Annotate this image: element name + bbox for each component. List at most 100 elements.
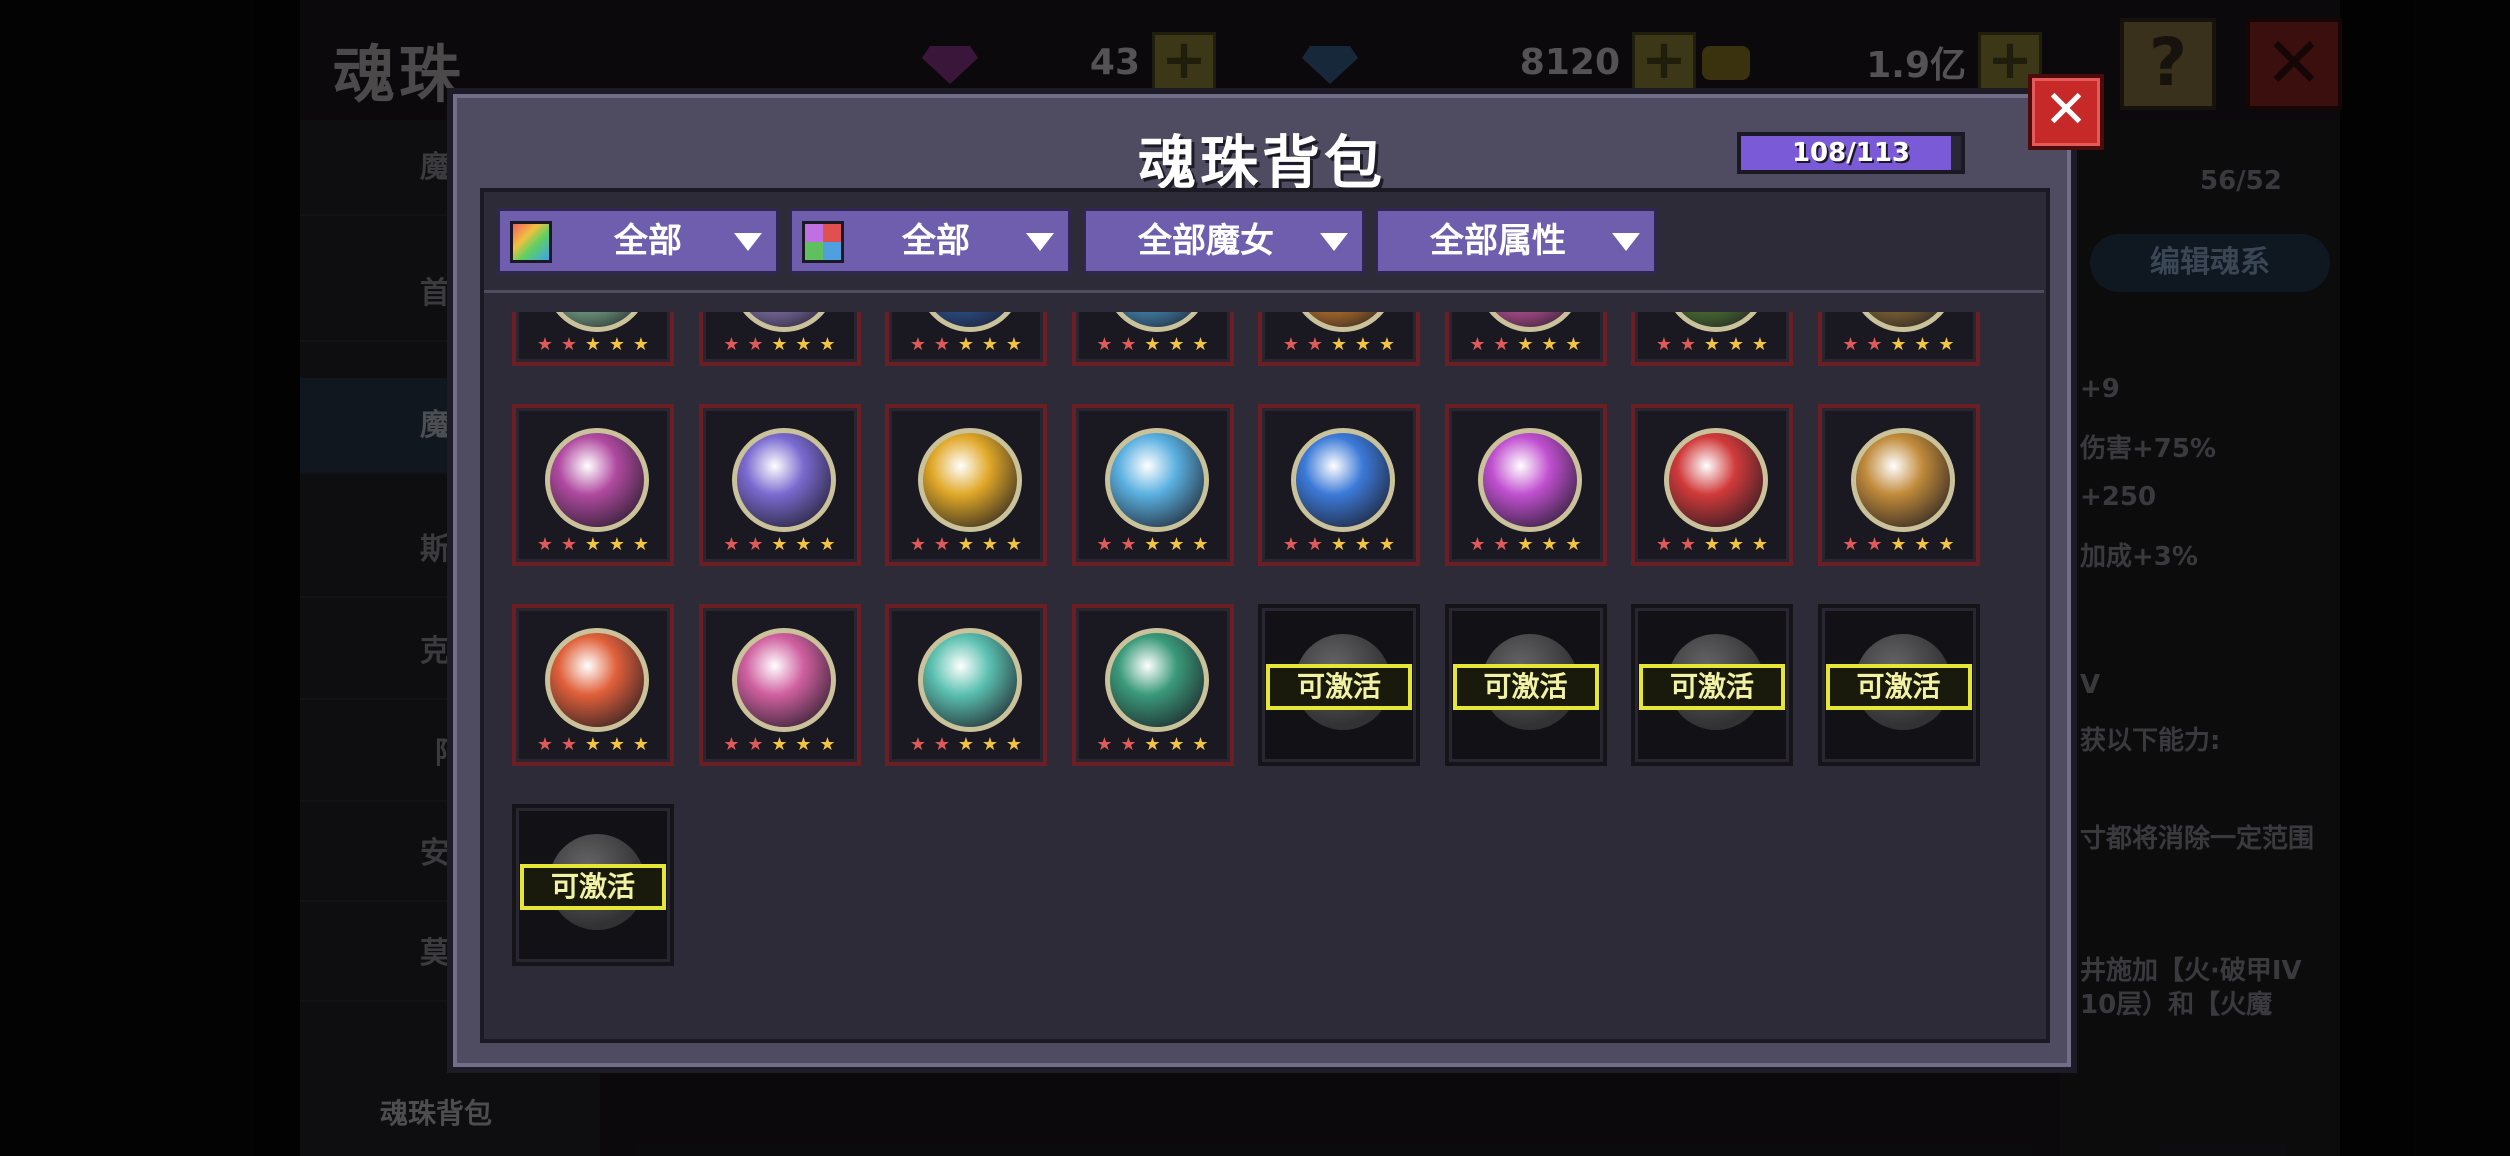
filter-type-dropdown[interactable]: 全部 (497, 208, 779, 274)
soul-orb-slot[interactable]: ★ ★ ★ ★ ★ (1444, 312, 1607, 366)
star-icon: ★ (1005, 534, 1023, 555)
star-rating: ★ ★ ★ ★ ★ (723, 736, 837, 754)
star-rating: ★ ★ ★ ★ ★ (1096, 536, 1210, 554)
star-icon: ★ (1866, 534, 1883, 555)
capacity-bar: 108/113 (1737, 132, 1965, 174)
star-icon: ★ (1005, 334, 1023, 355)
locked-orb-slot[interactable]: 可激活 (1444, 604, 1607, 766)
green-lotus-orb-icon (545, 312, 649, 332)
soul-orb-slot[interactable]: ★ ★ ★ ★ ★ (698, 604, 861, 766)
star-icon: ★ (723, 734, 740, 755)
star-icon: ★ (1565, 534, 1582, 555)
star-icon: ★ (1727, 334, 1745, 355)
pink-sphere-orb-icon (1477, 428, 1582, 532)
star-icon: ★ (584, 734, 602, 755)
star-icon: ★ (584, 534, 602, 555)
monkey-king-orb-icon (1850, 428, 1955, 532)
star-icon: ★ (1330, 334, 1348, 355)
star-icon: ★ (1306, 534, 1324, 555)
soul-orb-slot[interactable]: ★ ★ ★ ★ ★ (1631, 312, 1793, 366)
star-icon: ★ (1282, 534, 1300, 555)
soul-orb-slot[interactable]: ★ ★ ★ ★ ★ (1071, 604, 1234, 766)
star-icon: ★ (1703, 334, 1721, 355)
star-icon: ★ (819, 734, 836, 755)
soul-orb-slot[interactable]: ★ ★ ★ ★ ★ (1258, 312, 1420, 366)
star-icon: ★ (771, 534, 788, 555)
star-icon: ★ (584, 334, 602, 355)
soul-orb-slot[interactable]: ★ ★ ★ ★ ★ (885, 604, 1047, 766)
star-icon: ★ (795, 334, 812, 355)
star-rating: ★ ★ ★ ★ ★ (1282, 336, 1396, 354)
rainbow-filter-icon (510, 221, 552, 263)
filter-witch-dropdown[interactable]: 全部魔女 (1083, 208, 1365, 274)
activate-label: 可激活 (520, 864, 666, 910)
star-icon: ★ (909, 534, 927, 555)
violet-crystal-orb-icon (731, 428, 836, 532)
soul-orb-slot[interactable]: ★ ★ ★ ★ ★ (1258, 404, 1420, 566)
star-rating: ★ ★ ★ ★ ★ (1096, 736, 1210, 754)
soul-orb-slot[interactable]: ★ ★ ★ ★ ★ (698, 404, 861, 566)
star-rating: ★ ★ ★ ★ ★ (536, 336, 650, 354)
chevron-down-icon (1612, 233, 1640, 251)
star-rating: ★ ★ ★ ★ ★ (909, 736, 1023, 754)
star-icon: ★ (723, 534, 740, 555)
chevron-down-icon (1026, 233, 1054, 251)
star-icon: ★ (1192, 334, 1209, 355)
soul-orb-slot[interactable]: ★ ★ ★ ★ ★ (698, 312, 861, 366)
star-icon: ★ (747, 534, 764, 555)
soul-orb-slot[interactable]: ★ ★ ★ ★ ★ (1631, 404, 1793, 566)
star-icon: ★ (1469, 334, 1486, 355)
star-icon: ★ (1005, 734, 1023, 755)
star-icon: ★ (1282, 334, 1300, 355)
pink-heart-orb-icon (1477, 312, 1582, 332)
star-icon: ★ (536, 734, 554, 755)
star-icon: ★ (560, 334, 578, 355)
purple-crystal-orb-icon (545, 428, 649, 532)
locked-orb-slot[interactable]: 可激活 (1631, 604, 1793, 766)
activate-label: 可激活 (1266, 664, 1412, 710)
star-icon: ★ (909, 334, 927, 355)
soul-orb-slot[interactable]: ★ ★ ★ ★ ★ (1817, 404, 1980, 566)
filter-type-label: 全部 (614, 221, 682, 261)
star-icon: ★ (957, 734, 975, 755)
star-icon: ★ (1655, 334, 1673, 355)
soul-orb-slot[interactable]: ★ ★ ★ ★ ★ (512, 312, 674, 366)
flame-mask-orb-icon (545, 628, 649, 732)
forest-beast-orb-icon (1664, 312, 1768, 332)
star-rating: ★ ★ ★ ★ ★ (1842, 336, 1956, 354)
star-icon: ★ (1938, 534, 1955, 555)
fire-demon-orb-icon (1291, 312, 1395, 332)
blue-moon-orb-icon (918, 312, 1022, 332)
star-rating: ★ ★ ★ ★ ★ (1469, 536, 1583, 554)
close-modal-button[interactable]: ✕ (2028, 74, 2104, 150)
locked-orb-slot[interactable]: 可激活 (1258, 604, 1420, 766)
star-icon: ★ (1168, 534, 1185, 555)
locked-orb-slot[interactable]: 可激活 (1817, 604, 1980, 766)
filter-color-label: 全部 (902, 221, 970, 261)
star-icon: ★ (723, 334, 740, 355)
star-icon: ★ (747, 334, 764, 355)
star-rating: ★ ★ ★ ★ ★ (909, 336, 1023, 354)
soul-orb-slot[interactable]: ★ ★ ★ ★ ★ (512, 404, 674, 566)
locked-orb-slot[interactable]: 可激活 (512, 804, 674, 966)
filter-color-dropdown[interactable]: 全部 (789, 208, 1071, 274)
soul-orb-slot[interactable]: ★ ★ ★ ★ ★ (1071, 404, 1234, 566)
star-rating: ★ ★ ★ ★ ★ (536, 536, 650, 554)
star-icon: ★ (981, 734, 999, 755)
soul-orb-slot[interactable]: ★ ★ ★ ★ ★ (885, 404, 1047, 566)
star-icon: ★ (933, 334, 951, 355)
star-icon: ★ (632, 734, 650, 755)
star-icon: ★ (1751, 334, 1769, 355)
star-icon: ★ (1120, 334, 1137, 355)
filter-attribute-dropdown[interactable]: 全部属性 (1375, 208, 1657, 274)
soul-orb-slot[interactable]: ★ ★ ★ ★ ★ (1817, 312, 1980, 366)
soul-orb-slot[interactable]: ★ ★ ★ ★ ★ (885, 312, 1047, 366)
soul-orb-slot[interactable]: ★ ★ ★ ★ ★ (512, 604, 674, 766)
star-icon: ★ (1727, 534, 1745, 555)
star-rating: ★ ★ ★ ★ ★ (536, 736, 650, 754)
star-icon: ★ (1120, 534, 1137, 555)
soul-orb-slot[interactable]: ★ ★ ★ ★ ★ (1071, 312, 1234, 366)
soul-orb-slot[interactable]: ★ ★ ★ ★ ★ (1444, 404, 1607, 566)
star-icon: ★ (1168, 734, 1185, 755)
star-icon: ★ (1751, 534, 1769, 555)
